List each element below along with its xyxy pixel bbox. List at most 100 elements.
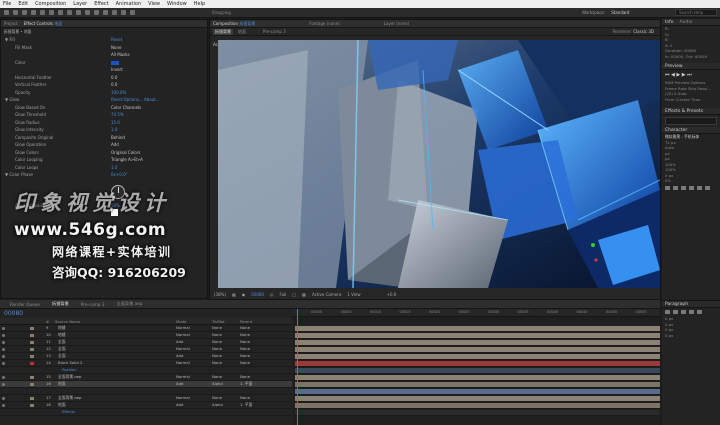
clone-tool-icon[interactable] [103,10,108,15]
visibility-eye-icon[interactable] [2,383,5,386]
zoom-tool-icon[interactable] [31,10,36,15]
layer-bar[interactable] [293,388,660,395]
layer-row[interactable]: 14 Black Solid 2 Normal None None [0,360,292,367]
current-time-indicator[interactable] [297,309,298,425]
paragraph-header[interactable]: Paragraph [662,301,720,308]
subtab-comp[interactable]: 拆镜背景 [213,28,233,35]
property-value[interactable]: 1.0 [111,127,117,132]
subtab-precomp[interactable]: Pre-comp 3 [263,29,286,34]
magnification-dropdown[interactable]: (38%) [214,292,226,297]
effect-property-row[interactable]: ▼ Glow Reset Options... About... [1,96,207,104]
composition-viewport[interactable] [218,40,660,288]
property-value[interactable]: 0.0 [111,82,117,87]
timeline-tracks[interactable]: 00000 00005 00010 00015 00020 00025 00030 00035… [293,309,660,425]
exposure-value[interactable]: +0.0 [387,292,397,297]
visibility-eye-icon[interactable] [2,397,5,400]
visibility-eye-icon[interactable] [2,327,5,330]
layer-bar[interactable] [293,346,660,353]
layer-label-color[interactable] [30,404,34,407]
effect-property-row[interactable]: Invert [1,66,207,74]
layer-label-color[interactable] [30,383,34,386]
home-icon[interactable] [4,10,9,15]
effect-property-row[interactable]: Color Loops 1.0 [1,164,207,172]
property-value[interactable]: Add [111,142,119,147]
visibility-eye-icon[interactable] [2,362,5,365]
time-ruler[interactable]: 00000 00005 00010 00015 00020 00025 00030 00035… [293,309,660,317]
layer-label-color[interactable] [30,334,34,337]
property-value[interactable]: 1.0 [111,165,117,170]
hand-tool-icon[interactable] [22,10,27,15]
pan-tool-icon[interactable] [58,10,63,15]
visibility-eye-icon[interactable] [2,376,5,379]
layer-bar[interactable] [293,339,660,346]
justify-left-icon[interactable] [689,310,694,314]
layer-label-color[interactable] [30,362,34,365]
layer-label-color[interactable] [30,327,34,330]
menu-item-layer[interactable]: Layer [73,1,87,7]
layer-row[interactable]: 10 地缝 Normal None None [0,332,292,339]
selection-tool-icon[interactable] [13,10,18,15]
menu-item-animation[interactable]: Animation [116,1,142,7]
timeline-tab[interactable]: Render Queue [10,302,40,307]
layer-row[interactable]: 16 地面 Add Alpha 1. 平面 [0,381,292,388]
brush-tool-icon[interactable] [94,10,99,15]
property-value[interactable]: Invert [111,67,123,72]
align-right-icon[interactable] [681,310,686,314]
roi-icon[interactable]: ▢ [292,292,296,297]
col-source-name[interactable]: Source Name [55,319,80,324]
property-value[interactable]: Original Colors [111,150,140,155]
tab-effect-controls[interactable]: Effect Controls 地面 [24,21,63,27]
layer-bar[interactable] [293,367,660,374]
effect-property-row[interactable]: All Masks [1,51,207,59]
tab-composition[interactable]: Composition 拆镜背景 [213,21,255,27]
layer-row[interactable] [0,388,292,395]
current-time-display[interactable]: 00080 [251,292,264,297]
small-caps-icon[interactable] [689,185,694,190]
layer-bar[interactable] [293,332,660,339]
layer-row[interactable]: 17 全面背景.aep Normal None None [0,395,292,402]
visibility-eye-icon[interactable] [2,348,5,351]
camera-tool-icon[interactable] [49,10,54,15]
subscript-icon[interactable] [705,185,710,190]
roto-tool-icon[interactable] [121,10,126,15]
search-help-input[interactable]: Search Help [675,9,717,16]
layer-row[interactable]: 12 全面 Normal None None [0,346,292,353]
effect-property-row[interactable]: Color [1,59,207,67]
effects-presets-header[interactable]: Effects & Presets [662,108,720,115]
visibility-eye-icon[interactable] [2,341,5,344]
tab-info[interactable]: Info [665,20,674,25]
layer-label-color[interactable] [30,355,34,358]
pen-tool-icon[interactable] [76,10,81,15]
layer-bar[interactable] [293,409,660,416]
effect-property-row[interactable]: Fill Mask None [1,44,207,52]
visibility-eye-icon[interactable] [2,334,5,337]
menu-item-view[interactable]: View [148,1,160,7]
effect-property-row[interactable]: Glow Based On Color Channels [1,104,207,112]
layer-row[interactable]: 13 全面 Add None None [0,353,292,360]
layer-label-color[interactable] [30,341,34,344]
effect-property-row[interactable]: Color Looping Triangle A>B>A [1,156,207,164]
layer-label-color[interactable] [30,397,34,400]
effect-property-row[interactable]: Glow Colors Original Colors [1,149,207,157]
property-value[interactable]: 100.0% [111,90,126,95]
menu-item-help[interactable]: Help [194,1,205,7]
grid-icon[interactable]: ▦ [232,292,236,297]
justify-all-icon[interactable] [697,310,702,314]
layer-row[interactable]: 11 全面 Add None None [0,339,292,346]
property-value[interactable]: 0.0 [111,75,117,80]
3d-view-dropdown[interactable]: Active Camera [312,292,341,297]
workspace-value[interactable]: Standard [611,10,629,15]
layer-bar[interactable] [293,325,660,332]
tab-footage[interactable]: Footage (none) [309,21,339,26]
timeline-tab[interactable]: 拆镜背景 [52,301,69,307]
tab-audio[interactable]: Audio [680,20,693,25]
align-left-icon[interactable] [665,310,670,314]
menu-item-edit[interactable]: Edit [18,1,28,7]
effect-property-row[interactable]: Vertical Feather 0.0 [1,81,207,89]
layer-row[interactable]: 15 全面背景.aep Normal None None [0,374,292,381]
layer-bar[interactable] [293,353,660,360]
mask-tool-icon[interactable] [67,10,72,15]
effect-property-row[interactable]: Opacity 100.0% [1,89,207,97]
menu-item-window[interactable]: Window [167,1,187,7]
effects-search-input[interactable] [665,117,717,125]
